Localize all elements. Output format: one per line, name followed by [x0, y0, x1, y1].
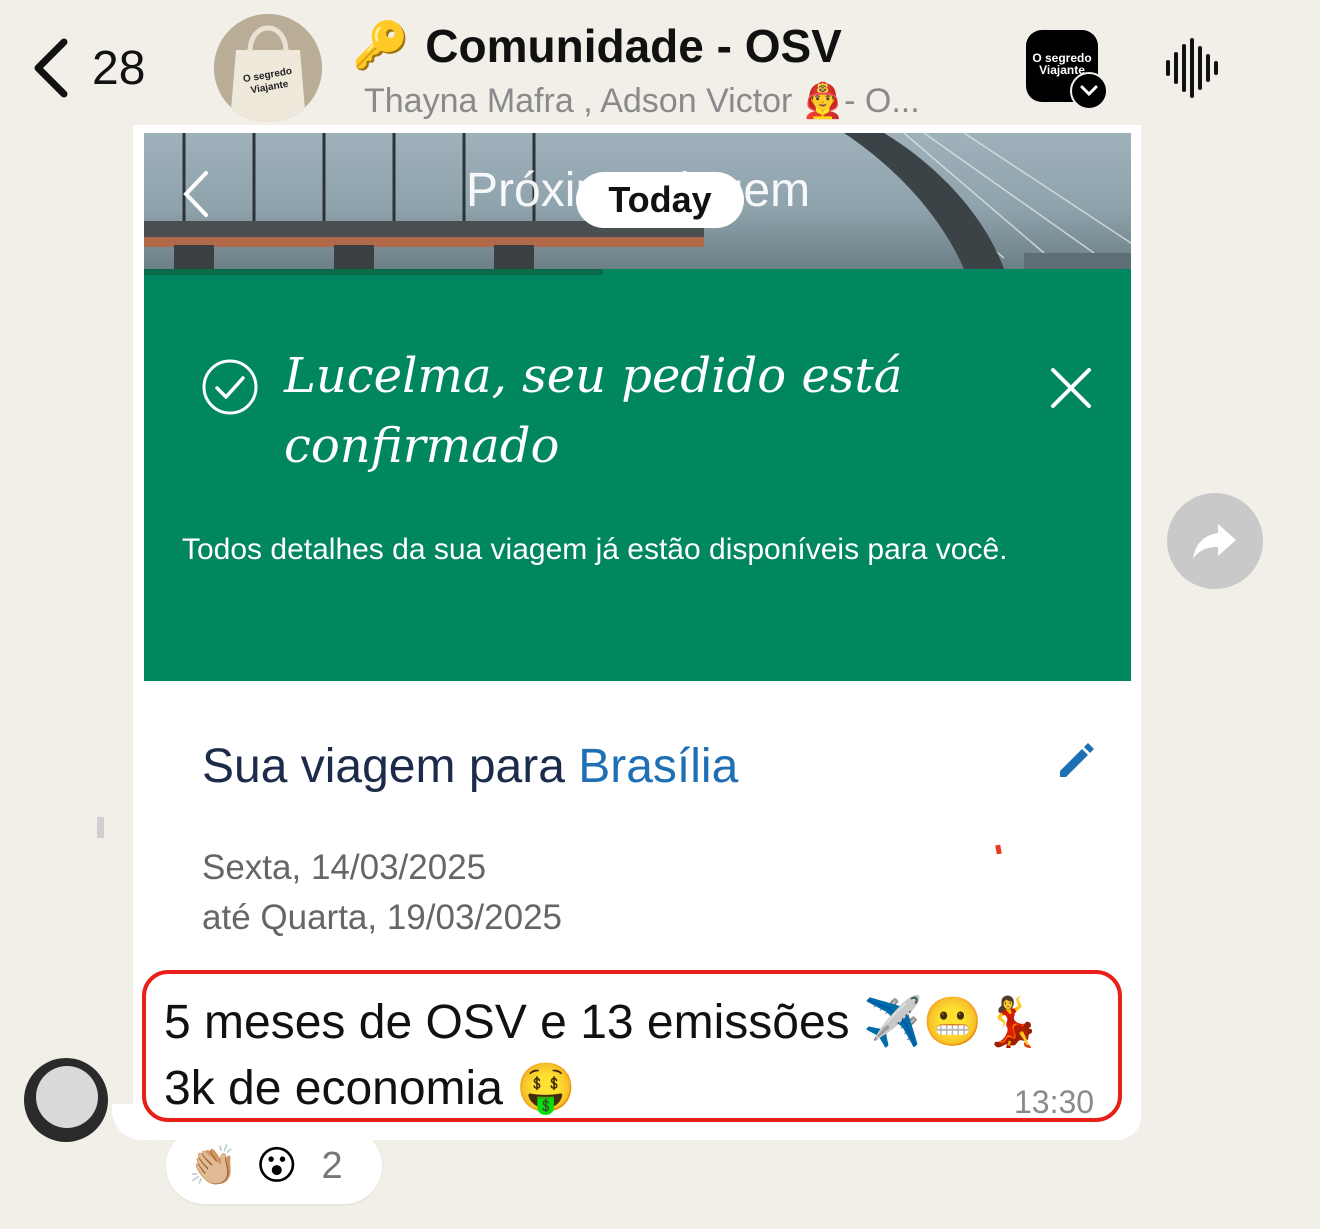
forward-button[interactable]: [1167, 493, 1263, 589]
unread-count: 28: [92, 41, 146, 95]
check-circle-icon: [202, 359, 258, 415]
confirmation-title: Lucelma, seu pedido está confirmado: [284, 348, 903, 474]
trip-date-from: Sexta, 14/03/2025: [202, 848, 487, 887]
reaction-clap: 👏🏼: [188, 1144, 238, 1188]
group-avatar[interactable]: O segredo Viajante: [214, 14, 322, 122]
reactions-bar[interactable]: 👏🏼 😮 2: [166, 1128, 382, 1204]
reaction-count: 2: [321, 1144, 343, 1187]
forward-arrow-icon: [1193, 524, 1236, 559]
progress-indicator: [144, 269, 603, 275]
trip-dates: Sexta, 14/03/2025 até Quarta, 19/03/2025: [202, 843, 562, 943]
community-logo-icon[interactable]: O segredo Viajante: [1026, 30, 1108, 110]
trip-city: Brasília: [578, 740, 739, 793]
chat-title-area[interactable]: 🔑 Comunidade - OSV Thayna Mafra , Adson …: [352, 18, 1012, 121]
scroll-marker: [97, 817, 104, 838]
chevron-left-icon: [34, 38, 68, 98]
group-name: Comunidade - OSV: [425, 19, 842, 72]
edit-pencil-icon: [1060, 743, 1094, 777]
audio-waveform-icon[interactable]: [1164, 38, 1220, 103]
trip-title: Sua viagem para Brasília: [202, 739, 738, 794]
trip-title-prefix: Sua viagem para: [202, 740, 579, 793]
sender-avatar[interactable]: [24, 1058, 108, 1142]
back-button[interactable]: 28: [30, 28, 145, 108]
trip-date-to: até Quarta, 19/03/2025: [202, 898, 562, 937]
date-separator: Today: [576, 172, 744, 228]
message-image[interactable]: Próxima viagem Lucelma, seu pedido está …: [144, 133, 1131, 963]
sender-avatar-placeholder: [36, 1066, 98, 1128]
red-mark: [995, 844, 1002, 855]
highlight-annotation-box: [142, 970, 1122, 1122]
image-back-icon: [183, 171, 208, 217]
close-icon: [1051, 368, 1091, 408]
group-title: 🔑 Comunidade - OSV: [352, 18, 1012, 73]
confirmation-description: Todos detalhes da sua viagem já estão di…: [182, 533, 1008, 566]
key-emoji: 🔑: [352, 19, 410, 71]
chat-header: 28 O segredo Viajante 🔑 Comunidade - OSV…: [0, 0, 1320, 133]
group-members: Thayna Mafra , Adson Victor 👨‍🚒- O...: [364, 82, 920, 120]
chevron-down-icon: [1070, 72, 1108, 110]
tote-bag-image: O segredo Viajante: [214, 14, 322, 122]
reaction-surprised: 😮: [255, 1144, 298, 1188]
message-time: 13:30: [1014, 1084, 1095, 1120]
